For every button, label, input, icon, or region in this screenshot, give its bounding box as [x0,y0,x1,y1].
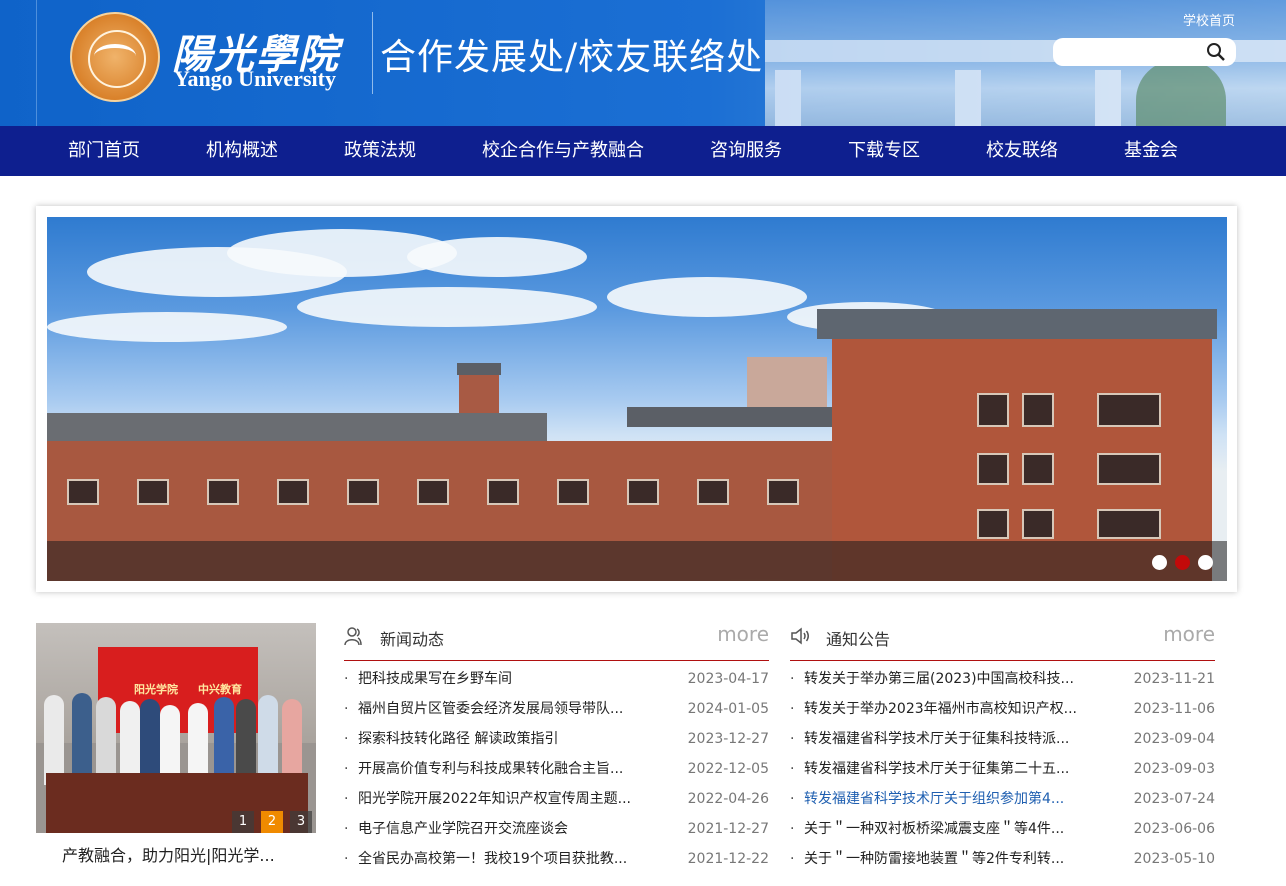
nav-item-cooperation[interactable]: 校企合作与产教融合 [482,126,644,176]
notice-item-date: 2023-05-10 [1133,851,1215,867]
notice-item-date: 2023-11-21 [1133,671,1215,687]
list-item[interactable]: · 把科技成果写在乡野车间 2023-04-17 [344,664,769,694]
news-item-date: 2023-04-17 [687,671,769,687]
news-item-title[interactable]: 阳光学院开展2022年知识产权宣传周主题... [358,784,631,814]
news-item-date: 2022-04-26 [687,791,769,807]
notice-item-title[interactable]: 转发关于举办第三届(2023)中国高校科技... [804,664,1074,694]
search-box [1053,38,1236,66]
list-item[interactable]: · 全省民办高校第一！我校19个项目获批教... 2021-12-22 [344,844,769,874]
logo-english-name[interactable]: Yango University [174,66,336,92]
banner-carousel [36,206,1237,592]
department-title: 合作发展处/校友联络处 [380,37,764,78]
nav-item-consulting[interactable]: 咨询服务 [710,126,782,176]
carousel-dot-1[interactable] [1152,555,1167,570]
notice-item-title[interactable]: 关于＂一种双衬板桥梁减震支座＂等4件... [804,814,1064,844]
list-item[interactable]: · 开展高价值专利与科技成果转化融合主旨... 2022-12-05 [344,754,769,784]
notice-item-title[interactable]: 转发福建省科学技术厅关于征集科技特派... [804,724,1069,754]
photo-page-3[interactable]: 3 [290,811,312,833]
speaker-icon [791,627,809,645]
news-item-title[interactable]: 电子信息产业学院召开交流座谈会 [358,814,568,844]
list-item[interactable]: · 阳光学院开展2022年知识产权宣传周主题... 2022-04-26 [344,784,769,814]
banner-caption-strip [47,541,1227,581]
notice-item-date: 2023-11-06 [1133,701,1215,717]
nav-item-overview[interactable]: 机构概述 [206,126,278,176]
screen-text-left: 阳光学院 [134,683,178,696]
photo-news-image[interactable]: 阳光学院 中兴教育 1 2 3 [36,623,316,833]
list-item[interactable]: · 电子信息产业学院召开交流座谈会 2021-12-27 [344,814,769,844]
news-item-date: 2023-12-27 [687,731,769,747]
nav-item-home[interactable]: 部门首页 [68,126,140,176]
news-item-date: 2024-01-05 [687,701,769,717]
notice-item-title[interactable]: 转发福建省科学技术厅关于征集第二十五... [804,754,1069,784]
site-header: 陽光學院 Yango University 合作发展处/校友联络处 学校首页 [0,0,1286,126]
nav-item-alumni[interactable]: 校友联络 [986,126,1058,176]
list-item[interactable]: · 探索科技转化路径 解读政策指引 2023-12-27 [344,724,769,754]
title-separator [372,12,373,94]
notices-title: 通知公告 [826,630,891,649]
news-item-title[interactable]: 探索科技转化路径 解读政策指引 [358,724,558,754]
list-item[interactable]: · 关于＂一种防雷接地装置＂等2件专利转... 2023-05-10 [790,844,1215,874]
nav-item-policy[interactable]: 政策法规 [344,126,416,176]
news-title: 新闻动态 [380,630,445,649]
main-nav: 部门首页 机构概述 政策法规 校企合作与产教融合 咨询服务 下载专区 校友联络 … [0,126,1286,176]
news-item-title[interactable]: 全省民办高校第一！我校19个项目获批教... [358,844,627,874]
notice-item-date: 2023-09-03 [1133,761,1215,777]
news-header: 新闻动态 more [344,622,769,661]
notice-item-date: 2023-06-06 [1133,821,1215,837]
news-more-link[interactable]: more [717,622,769,646]
search-icon[interactable] [1206,42,1226,62]
list-item[interactable]: · 关于＂一种双衬板桥梁减震支座＂等4件... 2023-06-06 [790,814,1215,844]
user-group-icon [344,627,362,646]
news-item-title[interactable]: 把科技成果写在乡野车间 [358,664,512,694]
news-item-date: 2022-12-05 [687,761,769,777]
notice-item-date: 2023-09-04 [1133,731,1215,747]
news-item-date: 2021-12-22 [687,851,769,867]
notice-item-title[interactable]: 关于＂一种防雷接地装置＂等2件专利转... [804,844,1064,874]
header-divider [36,0,37,126]
news-item-date: 2021-12-27 [687,821,769,837]
carousel-dot-2[interactable] [1175,555,1190,570]
notice-item-title[interactable]: 转发福建省科学技术厅关于组织参加第4... [804,784,1064,814]
news-list: · 把科技成果写在乡野车间 2023-04-17 · 福州自贸片区管委会经济发展局领导… [344,664,769,874]
list-item[interactable]: · 转发关于举办第三届(2023)中国高校科技... 2023-11-21 [790,664,1215,694]
list-item[interactable]: · 转发福建省科学技术厅关于征集科技特派... 2023-09-04 [790,724,1215,754]
notices-more-link[interactable]: more [1163,622,1215,646]
nav-item-downloads[interactable]: 下载专区 [848,126,920,176]
list-item[interactable]: · 转发福建省科学技术厅关于征集第二十五... 2023-09-03 [790,754,1215,784]
campus-banner-image[interactable] [47,217,1227,581]
notices-header: 通知公告 more [790,622,1215,661]
screen-text-right: 中兴教育 [198,683,242,696]
notice-item-title[interactable]: 转发关于举办2023年福州市高校知识产权... [804,694,1077,724]
nav-item-foundation[interactable]: 基金会 [1124,126,1178,176]
photo-page-2[interactable]: 2 [261,811,283,833]
school-home-link[interactable]: 学校首页 [1183,10,1235,29]
list-item[interactable]: · 福州自贸片区管委会经济发展局领导带队... 2024-01-05 [344,694,769,724]
notices-list: · 转发关于举办第三届(2023)中国高校科技... 2023-11-21 · 转发关… [790,664,1215,874]
notice-item-date: 2023-07-24 [1133,791,1215,807]
search-input[interactable] [1063,40,1207,66]
news-item-title[interactable]: 福州自贸片区管委会经济发展局领导带队... [358,694,623,724]
carousel-dot-3[interactable] [1198,555,1213,570]
photo-news-caption[interactable]: 产教融合，助力阳光|阳光学... [62,842,275,866]
list-item[interactable]: · 转发福建省科学技术厅关于组织参加第4... 2023-07-24 [790,784,1215,814]
university-seal-logo[interactable] [70,12,160,102]
list-item[interactable]: · 转发关于举办2023年福州市高校知识产权... 2023-11-06 [790,694,1215,724]
news-item-title[interactable]: 开展高价值专利与科技成果转化融合主旨... [358,754,623,784]
photo-page-1[interactable]: 1 [232,811,254,833]
